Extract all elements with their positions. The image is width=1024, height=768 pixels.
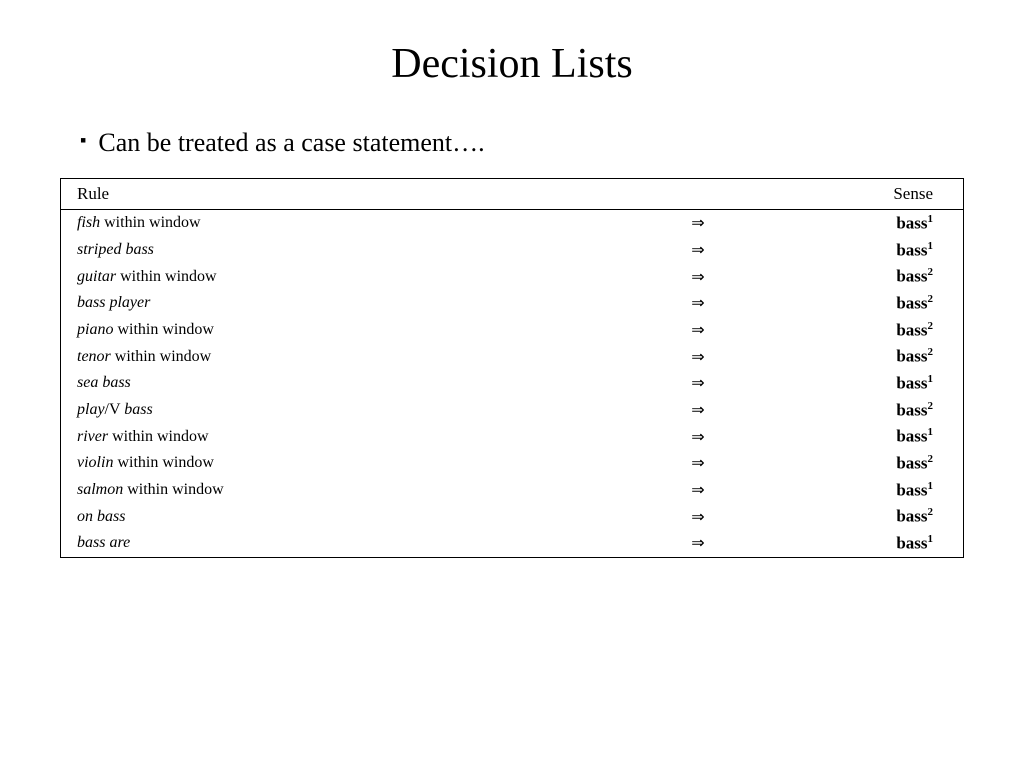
rule-cell: play/V bass: [61, 397, 645, 424]
sense-cell: bass1: [751, 530, 963, 557]
rule-cell: on bass: [61, 503, 645, 530]
sense-cell: bass2: [751, 290, 963, 317]
rule-cell: striped bass: [61, 237, 645, 264]
rule-cell: bass player: [61, 290, 645, 317]
arrow-cell: ⇒: [645, 397, 751, 424]
rule-cell: fish within window: [61, 210, 645, 237]
rule-cell: river within window: [61, 423, 645, 450]
sense-cell: bass1: [751, 370, 963, 397]
sense-cell: bass2: [751, 343, 963, 370]
rule-cell: salmon within window: [61, 477, 645, 504]
table-row: on bass⇒bass2: [61, 503, 964, 530]
arrow-cell: ⇒: [645, 477, 751, 504]
bullet-point: ▪ Can be treated as a case statement….: [60, 128, 964, 158]
arrow-cell: ⇒: [645, 503, 751, 530]
table-row: violin within window⇒bass2: [61, 450, 964, 477]
arrow-cell: ⇒: [645, 210, 751, 237]
rule-cell: piano within window: [61, 317, 645, 344]
table-row: striped bass⇒bass1: [61, 237, 964, 264]
table-header-row: Rule Sense: [61, 179, 964, 210]
sense-cell: bass2: [751, 397, 963, 424]
rule-cell: bass are: [61, 530, 645, 557]
sense-cell: bass1: [751, 423, 963, 450]
rule-header: Rule: [61, 179, 645, 210]
sense-cell: bass1: [751, 477, 963, 504]
table-row: bass are⇒bass1: [61, 530, 964, 557]
arrow-cell: ⇒: [645, 237, 751, 264]
rule-cell: violin within window: [61, 450, 645, 477]
arrow-header: [645, 179, 751, 210]
bullet-text: Can be treated as a case statement….: [98, 128, 484, 158]
table-row: salmon within window⇒bass1: [61, 477, 964, 504]
sense-cell: bass2: [751, 503, 963, 530]
sense-cell: bass2: [751, 317, 963, 344]
sense-cell: bass1: [751, 210, 963, 237]
arrow-cell: ⇒: [645, 423, 751, 450]
page-title: Decision Lists: [391, 40, 632, 88]
table-row: guitar within window⇒bass2: [61, 263, 964, 290]
rule-cell: tenor within window: [61, 343, 645, 370]
arrow-cell: ⇒: [645, 343, 751, 370]
arrow-cell: ⇒: [645, 370, 751, 397]
table-row: bass player⇒bass2: [61, 290, 964, 317]
table-row: sea bass⇒bass1: [61, 370, 964, 397]
arrow-cell: ⇒: [645, 290, 751, 317]
table-row: tenor within window⇒bass2: [61, 343, 964, 370]
arrow-cell: ⇒: [645, 450, 751, 477]
sense-cell: bass2: [751, 450, 963, 477]
bullet-icon: ▪: [80, 130, 86, 151]
rule-cell: guitar within window: [61, 263, 645, 290]
decision-table: Rule Sense fish within window⇒bass1strip…: [60, 178, 964, 558]
sense-cell: bass1: [751, 237, 963, 264]
rule-cell: sea bass: [61, 370, 645, 397]
arrow-cell: ⇒: [645, 530, 751, 557]
sense-cell: bass2: [751, 263, 963, 290]
arrow-cell: ⇒: [645, 263, 751, 290]
arrow-cell: ⇒: [645, 317, 751, 344]
sense-header: Sense: [751, 179, 963, 210]
table-row: piano within window⇒bass2: [61, 317, 964, 344]
table-row: play/V bass⇒bass2: [61, 397, 964, 424]
table-row: fish within window⇒bass1: [61, 210, 964, 237]
table-row: river within window⇒bass1: [61, 423, 964, 450]
